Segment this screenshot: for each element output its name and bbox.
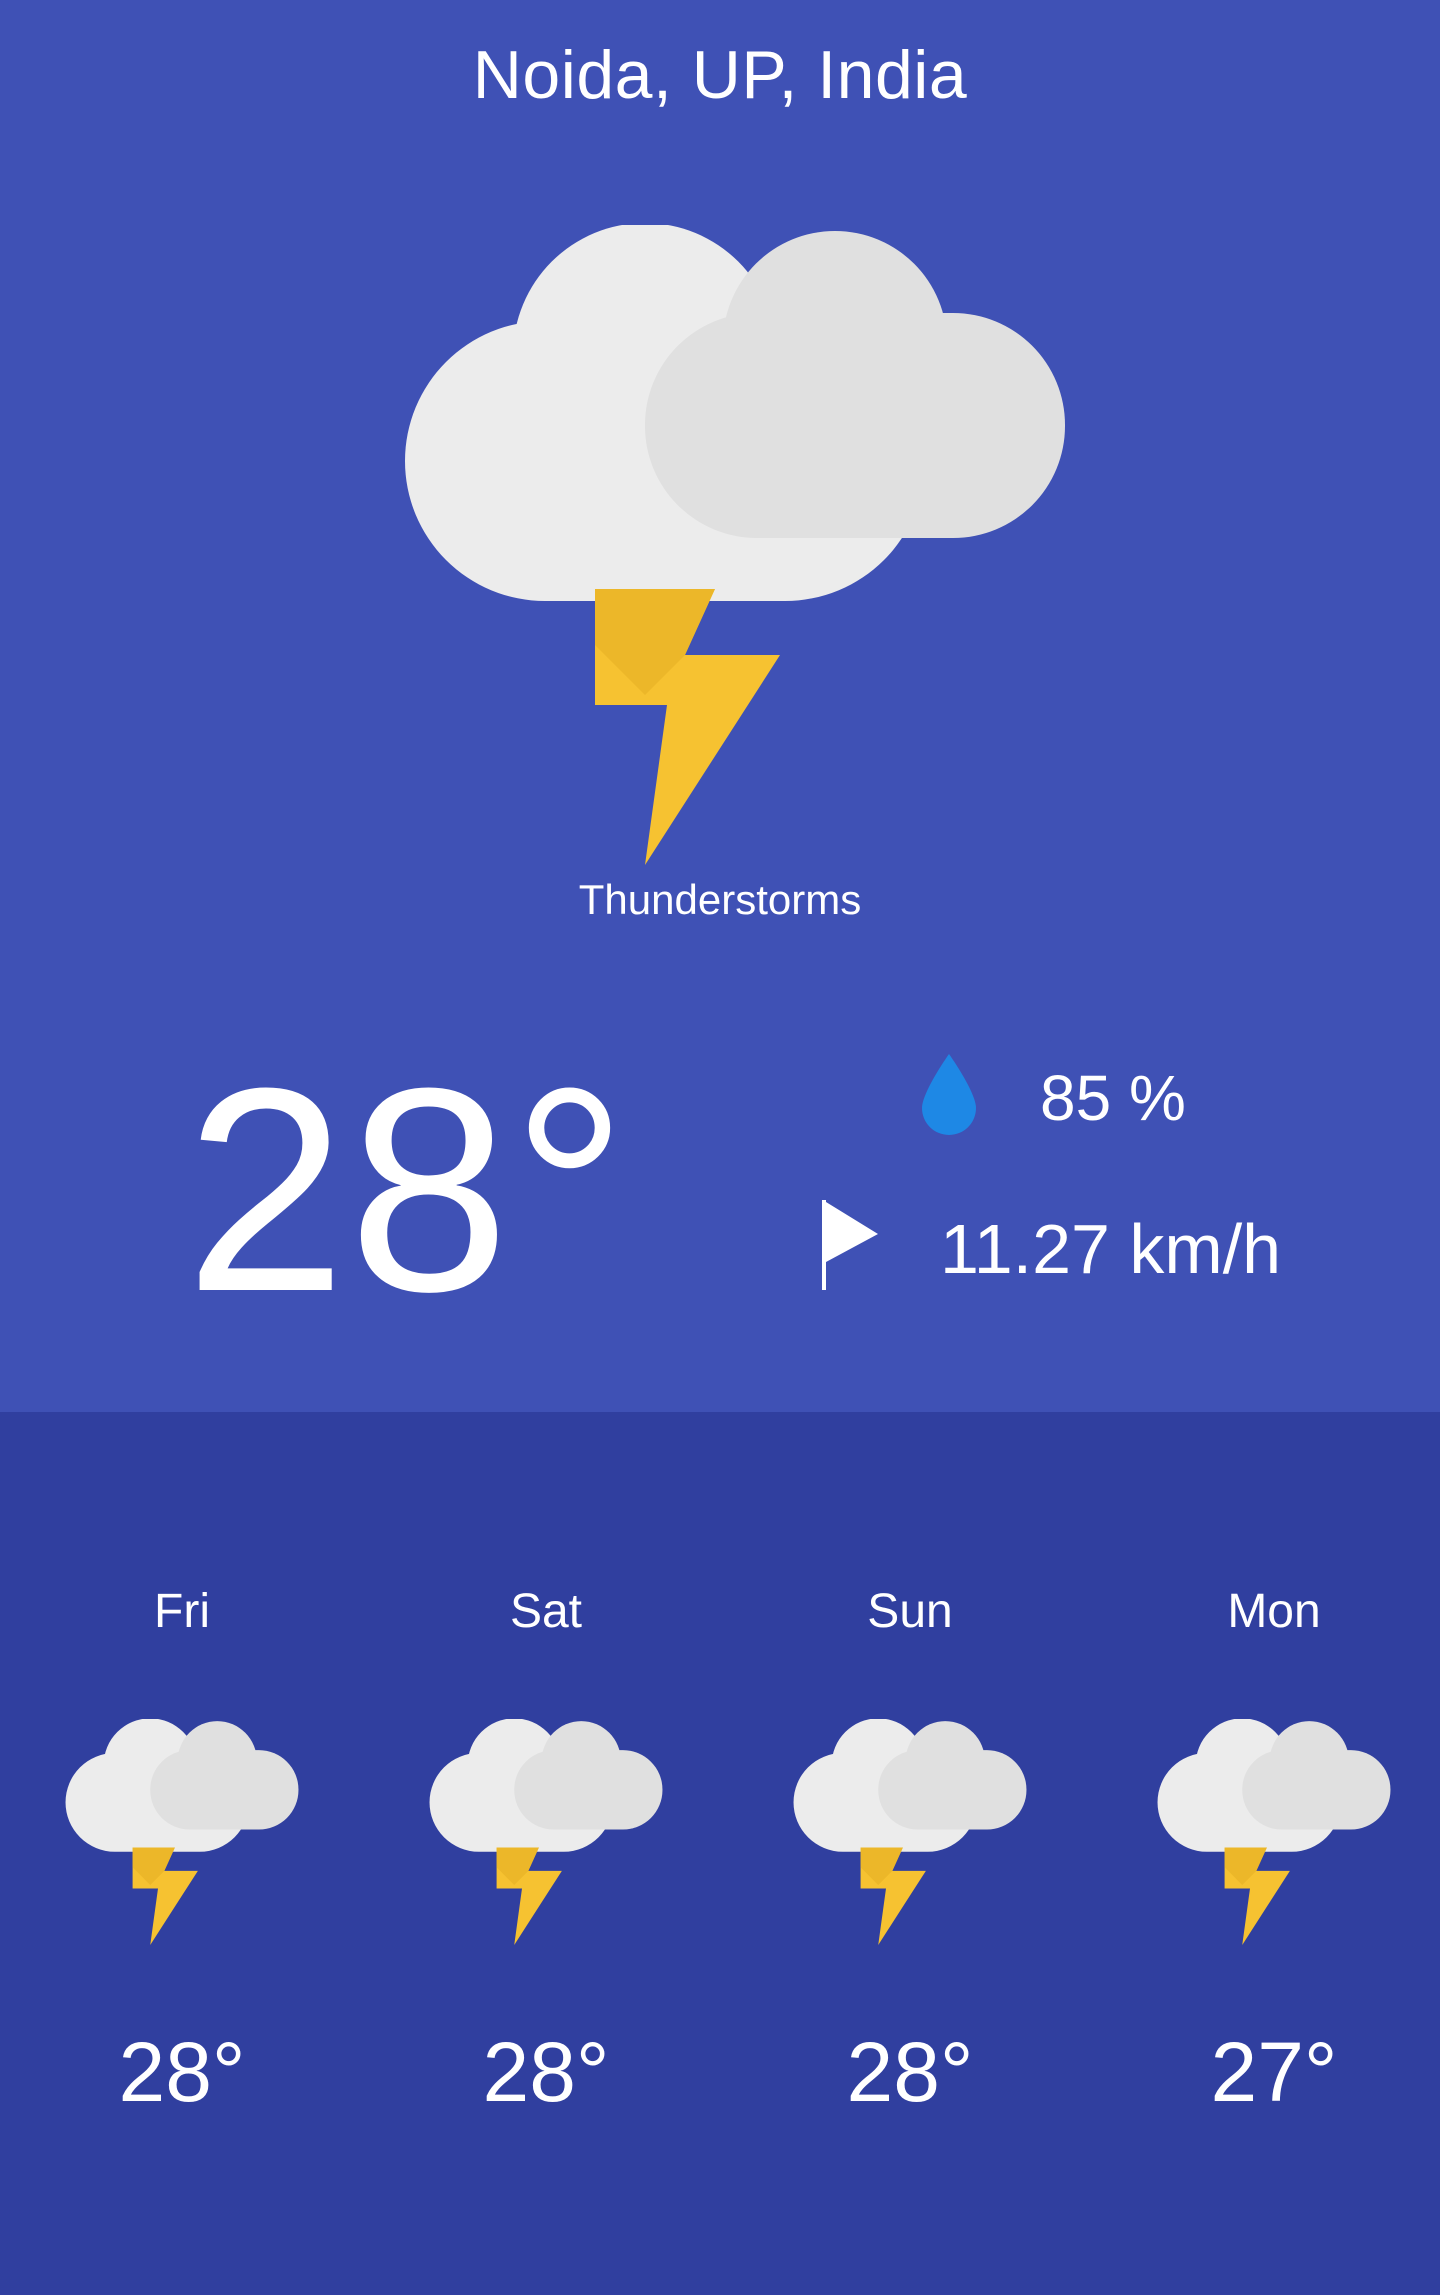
location-title: Noida, UP, India: [472, 37, 968, 113]
humidity-value: 85 %: [1040, 1062, 1186, 1134]
forecast-day-label: Sat: [509, 1585, 583, 1638]
forecast-day-label: Sun: [867, 1585, 953, 1638]
forecast-day: Sun 28°: [728, 1412, 1092, 2295]
forecast-temperature: 28°: [118, 2025, 246, 2119]
forecast-panel: Fri 28° Sat 28° Sun 28° Mon 27°: [0, 1412, 1440, 2295]
forecast-temperature: 28°: [846, 2025, 974, 2119]
forecast-day-label: Mon: [1227, 1585, 1321, 1638]
flag-icon: [822, 1200, 878, 1290]
current-temperature: 28°: [185, 1028, 630, 1352]
thunderstorm-icon: [395, 225, 1075, 865]
forecast-day: Mon 27°: [1092, 1412, 1440, 2295]
condition-label: Thunderstorms: [578, 876, 862, 923]
thunderstorm-icon: [426, 1712, 666, 1952]
forecast-day: Fri 28°: [0, 1412, 364, 2295]
thunderstorm-icon: [62, 1712, 302, 1952]
forecast-day: Sat 28°: [364, 1412, 728, 2295]
current-weather-panel: Noida, UP, India Thunderstorms 28° 85 % …: [0, 0, 1440, 1412]
forecast-temperature: 28°: [482, 2025, 610, 2119]
thunderstorm-icon: [1154, 1712, 1394, 1952]
wind-speed-value: 11.27 km/h: [940, 1210, 1282, 1288]
forecast-temperature: 27°: [1210, 2025, 1338, 2119]
thunderstorm-icon: [790, 1712, 1030, 1952]
forecast-day-label: Fri: [154, 1585, 210, 1638]
water-drop-icon: [922, 1054, 976, 1135]
